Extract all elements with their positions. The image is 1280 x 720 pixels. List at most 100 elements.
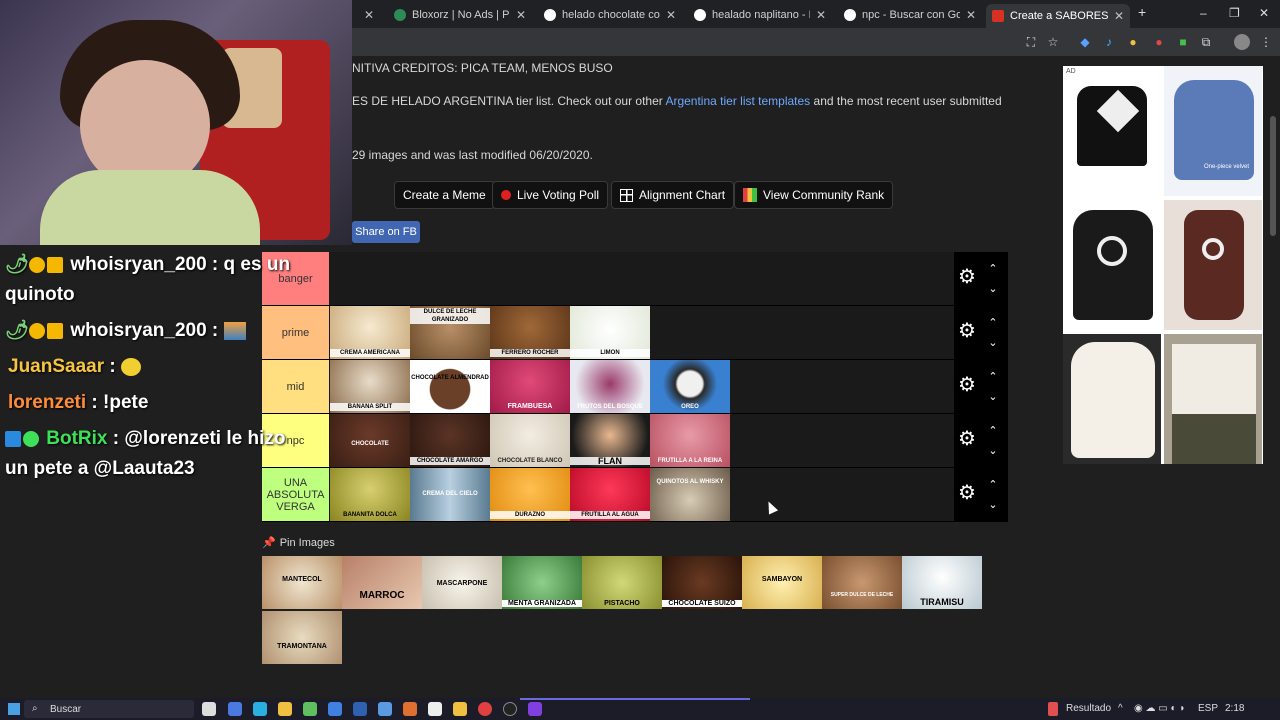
ad-sweater-image[interactable] (1063, 200, 1161, 330)
bookmark-star-icon[interactable]: ☆ (1045, 34, 1061, 50)
pool-tile[interactable]: TIRAMISU (902, 556, 982, 609)
flavor-tile[interactable]: BANANA SPLIT (330, 360, 410, 413)
app-icon[interactable] (303, 702, 317, 716)
app-icon[interactable] (403, 702, 417, 716)
pin-images-header[interactable]: 📌 Pin Images (262, 536, 335, 550)
gear-icon[interactable]: ⚙ (956, 266, 978, 288)
extension-icon[interactable]: ■ (1175, 34, 1191, 50)
gear-icon[interactable]: ⚙ (956, 482, 978, 504)
windows-start-icon[interactable] (8, 703, 20, 715)
notification-icon[interactable] (1048, 702, 1058, 716)
extension-icon[interactable]: ● (1151, 34, 1167, 50)
pool-tile[interactable]: MASCARPONE (422, 556, 502, 609)
flavor-tile[interactable]: CREMA AMERICANA (330, 306, 410, 359)
move-down-icon[interactable]: ⌄ (986, 444, 1000, 457)
pool-tile[interactable]: PISTACHO (582, 556, 662, 609)
app-icon[interactable] (353, 702, 367, 716)
browser-tab[interactable]: helado chocolate con avellan ✕ (538, 4, 682, 26)
kebab-menu-icon[interactable]: ⋮ (1258, 34, 1274, 50)
move-up-icon[interactable]: ⌃ (986, 316, 1000, 329)
close-icon[interactable]: ✕ (1114, 9, 1124, 23)
page-scrollbar[interactable] (1270, 116, 1276, 236)
flavor-tile[interactable]: QUINOTOS AL WHISKY (650, 468, 730, 521)
app-icon[interactable] (428, 702, 442, 716)
alignment-chart-button[interactable]: Alignment Chart (611, 181, 735, 209)
community-rank-button[interactable]: View Community Rank (734, 181, 894, 209)
live-voting-button[interactable]: Live Voting Poll (492, 181, 609, 209)
flavor-tile[interactable]: OREO (650, 360, 730, 413)
browser-tab[interactable]: npc - Buscar con Google ✕ (838, 4, 982, 26)
flavor-tile[interactable]: CHOCOLATE AMARGO (410, 414, 490, 467)
ad-sweater-image[interactable] (1063, 334, 1161, 464)
browser-tab[interactable]: L ✕ (352, 4, 380, 26)
pool-tile[interactable]: CHOCOLATE SUIZO (662, 556, 742, 609)
window-close-button[interactable]: ✕ (1259, 6, 1269, 20)
move-up-icon[interactable]: ⌃ (986, 370, 1000, 383)
chrome-icon[interactable] (478, 702, 492, 716)
extensions-puzzle-icon[interactable]: ⧉ (1198, 34, 1214, 50)
new-tab-button[interactable]: + (1138, 4, 1146, 20)
ad-sweater-image[interactable]: One-piece velvet (1164, 66, 1262, 196)
extension-icon[interactable]: ● (1125, 34, 1141, 50)
minimize-button[interactable]: – (1200, 6, 1207, 20)
task-view-icon[interactable] (202, 702, 216, 716)
share-fb-button[interactable]: Share on FB (352, 221, 420, 243)
create-meme-button[interactable]: Create a Meme (394, 181, 495, 209)
flavor-tile[interactable]: CHOCOLATE BLANCO (490, 414, 570, 467)
browser-tab[interactable]: Bloxorz | No Ads | Play At Fri ✕ (388, 4, 532, 26)
gear-icon[interactable]: ⚙ (956, 374, 978, 396)
tier-label[interactable]: prime (262, 306, 329, 359)
app-icon[interactable] (278, 702, 292, 716)
move-up-icon[interactable]: ⌃ (986, 424, 1000, 437)
flavor-tile[interactable]: DURAZNO (490, 468, 570, 521)
clock[interactable]: 2:18 (1225, 703, 1244, 714)
restore-button[interactable]: ❐ (1229, 6, 1240, 20)
move-down-icon[interactable]: ⌄ (986, 336, 1000, 349)
flavor-tile[interactable]: CHOCOLATE ALMENDRAD (410, 360, 490, 413)
flavor-tile[interactable]: FLAN (570, 414, 650, 467)
move-up-icon[interactable]: ⌃ (986, 262, 1000, 275)
app-icon[interactable] (228, 702, 242, 716)
taskbar-search-box[interactable]: ⌕ Buscar (24, 700, 194, 718)
close-icon[interactable]: ✕ (516, 8, 526, 22)
ad-sweater-image[interactable] (1164, 200, 1262, 330)
app-icon[interactable] (378, 702, 392, 716)
gear-icon[interactable]: ⚙ (956, 320, 978, 342)
flavor-tile[interactable]: LIMON (570, 306, 650, 359)
browser-tab[interactable]: healado naplitano - Buscar c ✕ (688, 4, 832, 26)
close-icon[interactable]: ✕ (816, 8, 826, 22)
flavor-tile[interactable]: FRUTOS DEL BOSQUE (570, 360, 650, 413)
move-down-icon[interactable]: ⌄ (986, 282, 1000, 295)
extension-icon[interactable]: ♪ (1101, 34, 1117, 50)
flavor-tile[interactable]: DULCE DE LECHE GRANIZADO (410, 306, 490, 359)
flavor-tile[interactable]: CHOCOLATE (330, 414, 410, 467)
move-down-icon[interactable]: ⌄ (986, 390, 1000, 403)
templates-link[interactable]: Argentina tier list templates (665, 94, 810, 108)
translate-icon[interactable]: ⛶ (1023, 34, 1039, 50)
ad-panel[interactable]: AD One-piece velvet (1063, 66, 1263, 464)
app-icon[interactable] (528, 702, 542, 716)
move-up-icon[interactable]: ⌃ (986, 478, 1000, 491)
tier-label[interactable]: UNA ABSOLUTA VERGA (262, 468, 329, 521)
app-icon[interactable] (328, 702, 342, 716)
ad-sweater-image[interactable] (1164, 334, 1262, 464)
edge-icon[interactable] (253, 702, 267, 716)
flavor-tile[interactable]: FRUTILLA A LA REINA (650, 414, 730, 467)
tray-icons[interactable]: ◉ ☁ ▭ ◐ ◗ (1134, 703, 1185, 714)
pool-tile[interactable]: MARROC (342, 556, 422, 609)
flavor-tile[interactable]: BANANITA DOLCA (330, 468, 410, 521)
pool-tile[interactable]: TRAMONTANA (262, 611, 342, 664)
extension-icon[interactable]: ◆ (1077, 34, 1093, 50)
flavor-tile[interactable]: CREMA DEL CIELO (410, 468, 490, 521)
move-down-icon[interactable]: ⌄ (986, 498, 1000, 511)
file-explorer-icon[interactable] (453, 702, 467, 716)
pool-tile[interactable]: MENTA GRANIZADA (502, 556, 582, 609)
gear-icon[interactable]: ⚙ (956, 428, 978, 450)
flavor-tile[interactable]: FERRERO ROCHER (490, 306, 570, 359)
language-indicator[interactable]: ESP (1198, 703, 1218, 714)
flavor-tile[interactable]: FRUTILLA AL AGUA (570, 468, 650, 521)
pool-tile[interactable]: MANTECOL (262, 556, 342, 609)
chevron-up-icon[interactable]: ^ (1118, 703, 1123, 714)
pool-tile[interactable]: SAMBAYON (742, 556, 822, 609)
tier-label[interactable]: mid (262, 360, 329, 413)
